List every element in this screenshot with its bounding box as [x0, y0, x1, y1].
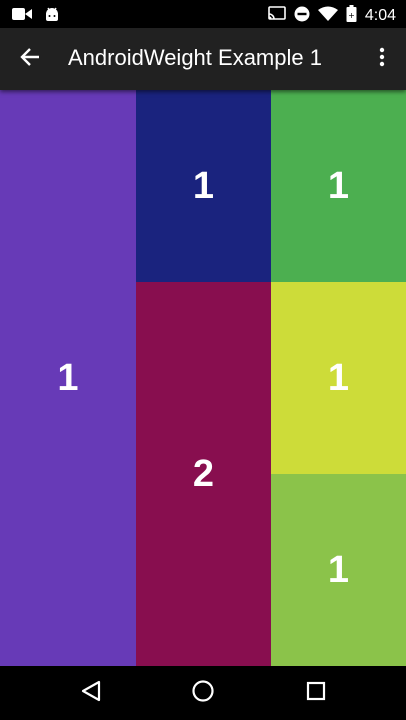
cell-right-3: 1: [271, 474, 406, 666]
battery-icon: +: [346, 5, 357, 27]
status-time: 4:04: [364, 7, 396, 24]
status-bar: + 4:04: [0, 0, 406, 28]
cell-weight-label: 1: [327, 548, 350, 591]
video-camera-icon: [12, 7, 32, 26]
cell-left-1: 1: [0, 90, 136, 666]
nav-recents-button[interactable]: [303, 680, 329, 706]
column-left: 1: [0, 90, 136, 666]
home-circle-icon: [191, 679, 215, 708]
do-not-disturb-icon: [294, 6, 310, 27]
wifi-icon: [317, 6, 338, 27]
cell-weight-label: 1: [327, 356, 350, 399]
cell-middle-2: 2: [136, 282, 271, 666]
weight-layout: 1 1 2 1 1 1: [0, 90, 406, 666]
svg-text:+: +: [348, 11, 355, 20]
android-icon: [44, 6, 60, 27]
cell-middle-1: 1: [136, 90, 271, 282]
cell-right-2: 1: [271, 282, 406, 474]
cell-right-1: 1: [271, 90, 406, 282]
cell-weight-label: 2: [192, 452, 215, 495]
recents-square-icon: [306, 681, 326, 706]
back-triangle-icon: [81, 680, 101, 707]
nav-back-button[interactable]: [78, 680, 104, 706]
cell-weight-label: 1: [327, 164, 350, 207]
back-button[interactable]: [14, 43, 46, 75]
cell-weight-label: 1: [57, 356, 79, 399]
page-title: AndroidWeight Example 1: [68, 45, 322, 70]
arrow-back-icon: [19, 46, 41, 73]
more-vert-icon: [379, 47, 385, 72]
nav-home-button[interactable]: [190, 679, 216, 708]
cell-weight-label: 1: [192, 164, 215, 207]
app-bar: AndroidWeight Example 1: [0, 28, 406, 90]
column-right: 1 1 1: [271, 90, 406, 666]
overflow-menu-button[interactable]: [370, 43, 394, 75]
column-middle: 1 2: [136, 90, 271, 666]
navigation-bar: [0, 666, 406, 720]
cast-icon: [268, 6, 286, 26]
